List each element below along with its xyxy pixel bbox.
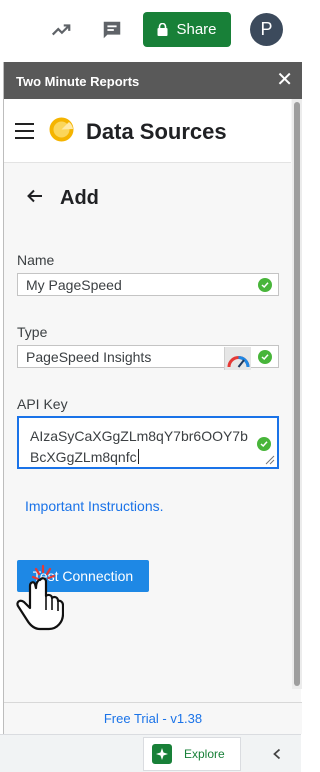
name-field[interactable]: My PageSpeed: [17, 273, 279, 296]
lock-icon: [157, 23, 168, 36]
arrow-back-icon[interactable]: [26, 187, 44, 205]
sidebar-title: Two Minute Reports: [16, 74, 140, 89]
check-icon: [258, 350, 272, 364]
menu-icon[interactable]: [15, 123, 34, 139]
important-instructions-link[interactable]: Important Instructions.: [25, 498, 164, 514]
type-label: Type: [17, 324, 48, 340]
add-heading: Add: [60, 187, 99, 209]
check-icon: [257, 437, 271, 451]
bottom-bar: Explore: [0, 734, 301, 772]
avatar[interactable]: P: [250, 13, 283, 46]
type-select[interactable]: PageSpeed Insights: [17, 345, 279, 370]
trending-up-icon[interactable]: [49, 18, 73, 42]
explore-button[interactable]: Explore: [143, 737, 241, 771]
chevron-left-icon[interactable]: [262, 737, 292, 771]
page-title: Data Sources: [86, 119, 227, 144]
logo-icon: [49, 117, 74, 142]
api-key-textarea[interactable]: AIzaSyCaXGgZLm8qY7br6OOY7bBcXGgZLm8qnfc: [17, 416, 279, 469]
pointer-hand-icon: [16, 564, 64, 631]
check-icon: [258, 278, 272, 292]
app-header: Data Sources: [4, 99, 291, 163]
sidebar-footer: Free Trial - v1.38: [4, 702, 302, 734]
share-label: Share: [176, 21, 217, 38]
addon-sidebar: Two Minute Reports ✕ Data Sources Add Na…: [3, 62, 302, 734]
api-key-label: API Key: [17, 396, 68, 412]
version-text[interactable]: Free Trial - v1.38: [4, 711, 302, 726]
resize-handle[interactable]: [264, 454, 275, 465]
scrollbar-thumb[interactable]: [294, 102, 300, 686]
comment-icon[interactable]: [100, 18, 124, 42]
type-value: PageSpeed Insights: [26, 349, 152, 365]
explore-icon: [152, 744, 172, 764]
name-value: My PageSpeed: [26, 277, 122, 293]
api-key-value: AIzaSyCaXGgZLm8qY7br6OOY7bBcXGgZLm8qnfc: [30, 428, 248, 465]
pagespeed-gauge-icon: [224, 347, 251, 370]
share-button[interactable]: Share: [143, 12, 231, 47]
sidebar-scrollbar[interactable]: [292, 99, 302, 689]
close-icon[interactable]: ✕: [276, 69, 293, 91]
sidebar-header: Two Minute Reports ✕: [4, 62, 302, 99]
top-toolbar: Share P: [0, 0, 301, 62]
explore-label: Explore: [184, 747, 225, 761]
name-label: Name: [17, 252, 55, 268]
